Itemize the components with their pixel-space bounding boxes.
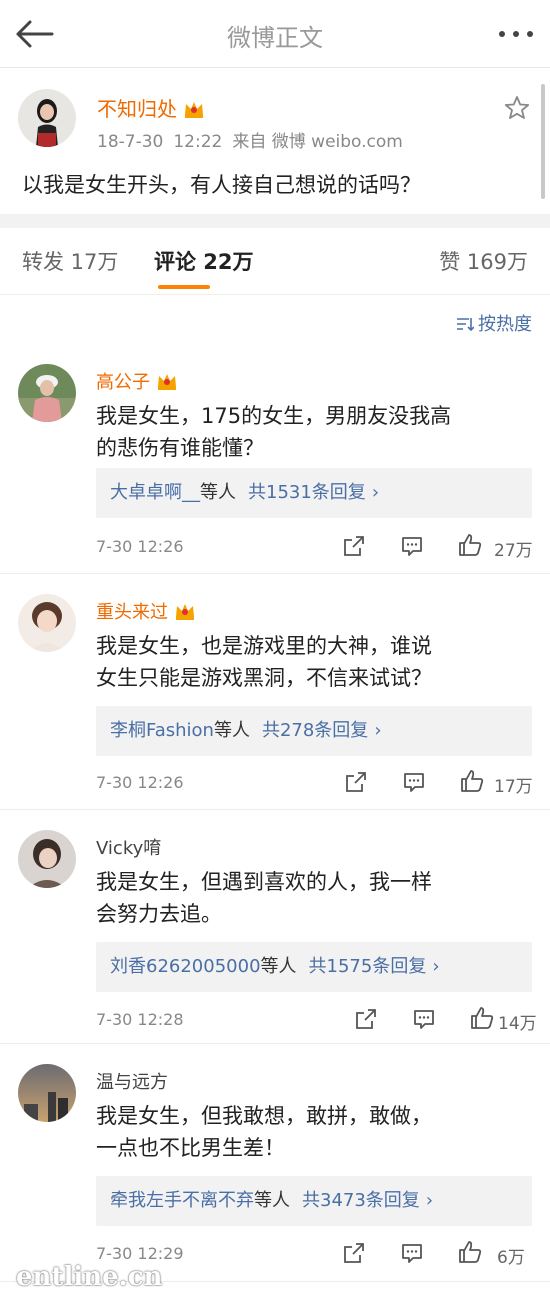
share-icon[interactable] (342, 1241, 366, 1265)
comment-line: 我是女生，175的女生，男朋友没我高 (96, 404, 452, 428)
tab-like[interactable]: 赞 169万 (439, 246, 528, 276)
comment-line: 一点也不比男生差！ (96, 1136, 285, 1160)
avatar[interactable] (18, 830, 76, 888)
comment-time: 7-30 12:29 (96, 1244, 184, 1263)
reply-count: 共3473条回复 (302, 1190, 420, 1211)
author-name[interactable]: 不知归处 (97, 93, 205, 122)
top-bar: 微博正文 (0, 0, 550, 68)
crown-icon (158, 374, 176, 390)
more-dots-icon[interactable] (496, 22, 536, 46)
reply-others: 等人 (260, 956, 297, 977)
comment-line: 我是女生，但我敢想，敢拼，敢做， (96, 1104, 432, 1128)
comment-line: 我是女生，但遇到喜欢的人，我一样 (96, 870, 432, 894)
weibo-post: 不知归处 18-7-30 12:22 来自 微博 weibo.com 以我是女生开头… (0, 69, 550, 216)
comment-item: 重头来过 我是女生，也是游戏里的大神，谁说 女生只能是游戏黑洞，不信来试试？ 李… (0, 582, 550, 810)
reply-summary[interactable]: 大卓卓啊__等人 共1531条回复 › (96, 468, 532, 518)
crown-icon (185, 102, 203, 118)
comment-item: 温与远方 我是女生，但我敢想，敢拼，敢做， 一点也不比男生差！ 牵我左手不离不弃… (0, 1052, 550, 1282)
comment-line: 我是女生，也是游戏里的大神，谁说 (96, 634, 432, 658)
crown-icon (176, 604, 194, 620)
reply-user: 大卓卓啊__ (110, 482, 200, 503)
comment-icon[interactable] (400, 1241, 424, 1265)
sort-icon (457, 318, 474, 332)
comment-line: 女生只能是游戏黑洞，不信来试试？ (96, 666, 432, 690)
comment-text: 我是女生，但遇到喜欢的人，我一样 会努力去追。 (96, 866, 516, 930)
commenter-name-text: 高公子 (96, 372, 150, 393)
scrollbar[interactable] (541, 84, 545, 199)
like-count: 17万 (494, 777, 533, 797)
reply-summary[interactable]: 刘香6262005000等人 共1575条回复 › (96, 942, 532, 992)
like-icon[interactable] (460, 769, 484, 793)
comment-time: 7-30 12:26 (96, 537, 184, 556)
share-icon[interactable] (342, 534, 366, 558)
post-meta: 18-7-30 12:22 来自 微博 weibo.com (97, 127, 413, 152)
comment-text: 我是女生，也是游戏里的大神，谁说 女生只能是游戏黑洞，不信来试试？ (96, 630, 516, 694)
divider (0, 214, 550, 228)
reply-others: 等人 (200, 482, 236, 503)
star-icon[interactable] (504, 95, 530, 121)
comment-icon[interactable] (400, 534, 424, 558)
comment-text: 我是女生，175的女生，男朋友没我高 的悲伤有谁能懂？ (96, 400, 516, 464)
weibo-post-page: 微博正文 不知归处 18-7-30 12:22 来自 微博 weibo.com (0, 0, 550, 1299)
sort-button[interactable]: 按热度 (456, 310, 532, 336)
commenter-name[interactable]: 高公子 (96, 368, 178, 394)
comment-line: 会努力去追。 (96, 902, 222, 926)
active-tab-indicator (158, 285, 210, 289)
chevron-right-icon: › (371, 482, 380, 503)
avatar[interactable] (18, 1064, 76, 1122)
tab-repost[interactable]: 转发 17万 (22, 246, 118, 276)
avatar[interactable] (18, 89, 76, 147)
comment-line: 的悲伤有谁能懂？ (96, 436, 264, 460)
like-icon[interactable] (458, 533, 482, 557)
tab-bar: 转发 17万 评论 22万 赞 169万 (0, 228, 550, 295)
author-name-text: 不知归处 (97, 97, 177, 121)
reply-count: 共1575条回复 (308, 956, 427, 977)
post-time: 12:22 (173, 132, 223, 152)
comment-icon[interactable] (412, 1007, 436, 1031)
share-icon[interactable] (354, 1007, 378, 1031)
avatar[interactable] (18, 594, 76, 652)
chevron-right-icon: › (374, 720, 382, 741)
reply-summary[interactable]: 李桐Fashion等人 共278条回复 › (96, 706, 532, 756)
comment-time: 7-30 12:26 (96, 773, 184, 792)
post-text: 以我是女生开头，有人接自己想说的话吗？ (22, 173, 421, 197)
reply-user: 牵我左手不离不弃 (110, 1190, 254, 1211)
comment-item: 高公子 我是女生，175的女生，男朋友没我高 的悲伤有谁能懂？ 大卓卓啊__等人… (0, 352, 550, 574)
watermark: entline.cn (16, 1262, 163, 1292)
comment-icon[interactable] (402, 770, 426, 794)
like-count: 6万 (497, 1248, 525, 1268)
like-count: 14万 (498, 1014, 537, 1034)
post-date: 18-7-30 (97, 132, 164, 152)
comment-time: 7-30 12:28 (96, 1010, 184, 1029)
share-icon[interactable] (344, 770, 368, 794)
like-count: 27万 (494, 541, 533, 561)
reply-user: 刘香6262005000 (110, 956, 261, 977)
reply-summary[interactable]: 牵我左手不离不弃等人 共3473条回复 › (96, 1176, 532, 1226)
comment-item: Vicky唷 我是女生，但遇到喜欢的人，我一样 会努力去追。 刘香6262005… (0, 818, 550, 1044)
sort-label: 按热度 (478, 314, 532, 335)
chevron-right-icon: › (432, 956, 440, 977)
comment-text: 我是女生，但我敢想，敢拼，敢做， 一点也不比男生差！ (96, 1100, 516, 1164)
commenter-name-text: 重头来过 (96, 602, 168, 623)
reply-others: 等人 (213, 720, 250, 741)
reply-count: 共278条回复 (261, 720, 369, 741)
like-icon[interactable] (458, 1240, 482, 1264)
like-icon[interactable] (470, 1006, 494, 1030)
chevron-right-icon: › (425, 1190, 434, 1211)
page-title: 微博正文 (227, 24, 323, 52)
commenter-name[interactable]: Vicky唷 (96, 834, 161, 860)
commenter-name[interactable]: 重头来过 (96, 598, 196, 624)
commenter-name[interactable]: 温与远方 (96, 1068, 168, 1094)
post-source: 来自 微博 weibo.com (232, 132, 403, 152)
avatar[interactable] (18, 364, 76, 422)
reply-count: 共1531条回复 (248, 482, 366, 503)
tab-comment[interactable]: 评论 22万 (154, 246, 254, 276)
reply-user: 李桐Fashion (110, 720, 214, 741)
reply-others: 等人 (254, 1190, 290, 1211)
